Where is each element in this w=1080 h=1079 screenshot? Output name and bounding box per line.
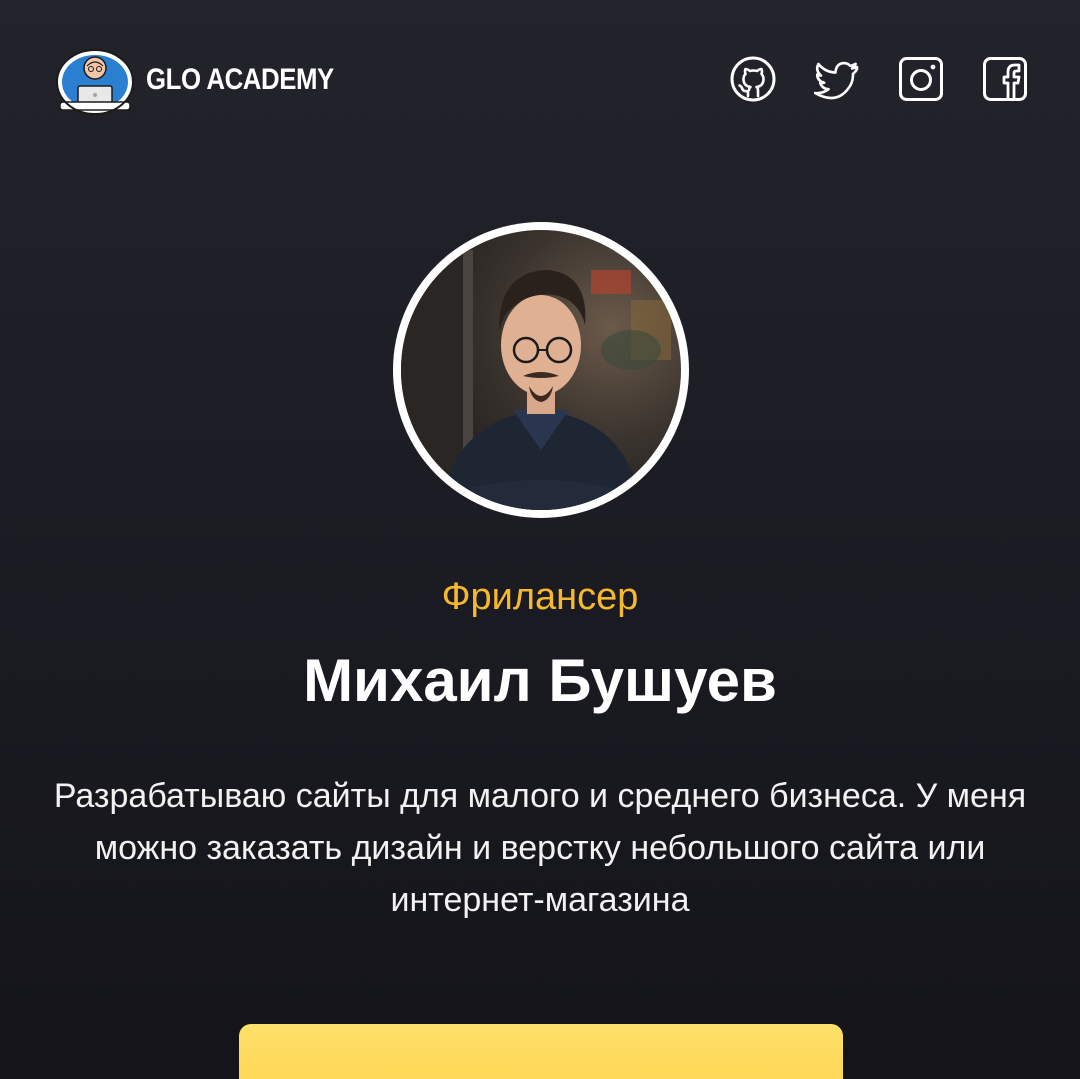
logo-link[interactable]: GLO ACADEMY bbox=[54, 44, 364, 116]
profile-role: Фрилансер bbox=[441, 576, 639, 618]
instagram-link[interactable] bbox=[898, 56, 944, 102]
social-links bbox=[730, 56, 1028, 102]
github-icon bbox=[730, 56, 776, 102]
facebook-icon bbox=[983, 57, 1027, 101]
twitter-link[interactable] bbox=[814, 56, 860, 102]
profile-description: Разрабатываю сайты для малого и среднего… bbox=[53, 777, 1027, 919]
instagram-icon bbox=[899, 57, 943, 101]
profile-name: Михаил Бушуев bbox=[303, 647, 777, 714]
facebook-link[interactable] bbox=[982, 56, 1028, 102]
site-header: GLO ACADEMY bbox=[0, 0, 1080, 160]
github-link[interactable] bbox=[730, 56, 776, 102]
cta-button[interactable] bbox=[239, 1024, 843, 1079]
profile-photo bbox=[401, 230, 681, 510]
profile-avatar bbox=[393, 222, 689, 518]
logo-mascot-icon bbox=[54, 44, 136, 116]
twitter-icon bbox=[814, 61, 859, 100]
logo-text: GLO ACADEMY bbox=[146, 63, 334, 96]
